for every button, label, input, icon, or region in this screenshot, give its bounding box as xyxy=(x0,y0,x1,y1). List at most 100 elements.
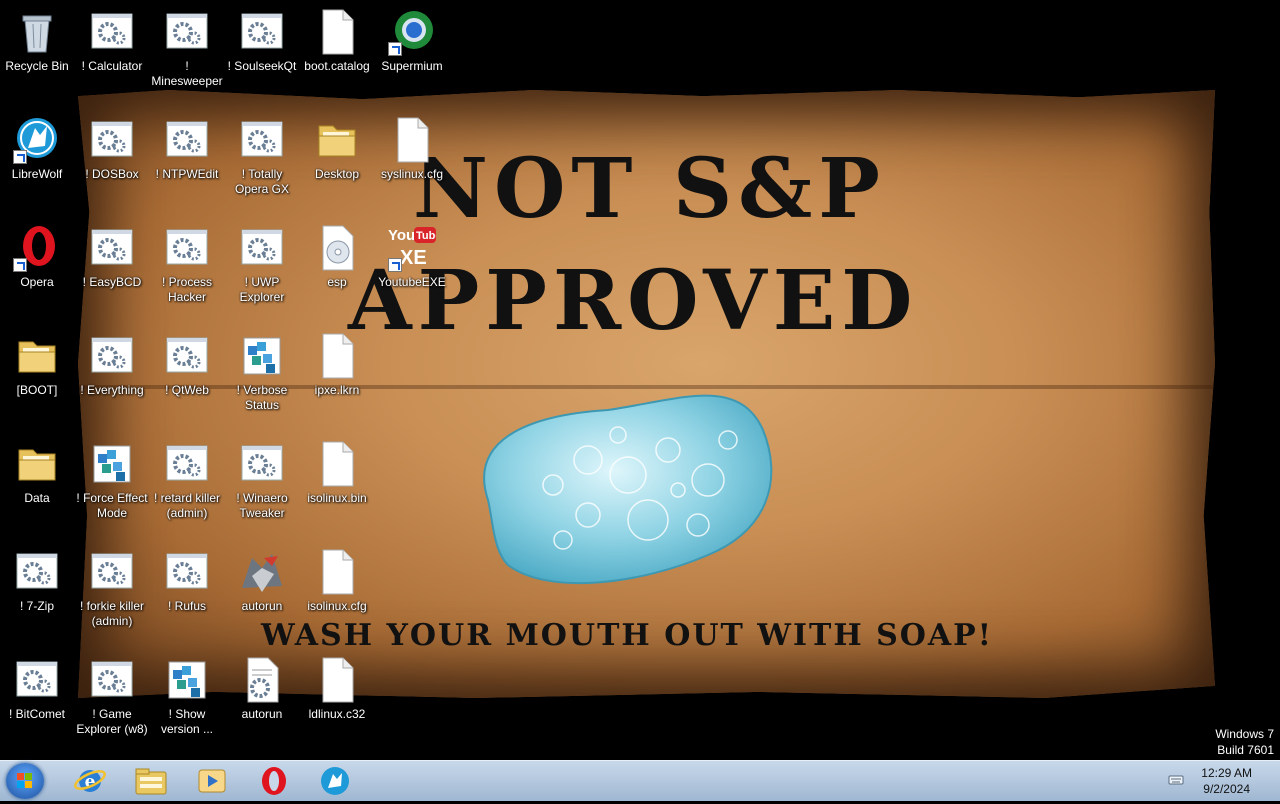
desktop-icon[interactable]: ! Rufus xyxy=(151,548,223,614)
desktop-icon[interactable]: ! DOSBox xyxy=(76,116,148,182)
desktop-icon-label: ! Totally Opera GX xyxy=(234,167,290,196)
desktop-icon[interactable]: YouTube XE YoutubeEXE xyxy=(376,224,448,290)
windows-build-watermark: Windows 7 Build 7601 xyxy=(1215,726,1274,758)
file-icon xyxy=(313,548,361,596)
desktop-icon-label: Data xyxy=(24,491,50,505)
desktop-icon[interactable]: LibreWolf xyxy=(1,116,73,182)
file-explorer-icon xyxy=(135,768,167,795)
svg-text:Tube: Tube xyxy=(416,230,436,242)
clock[interactable]: 12:29 AM 9/2/2024 xyxy=(1201,765,1252,797)
desktop-icon-label: isolinux.cfg xyxy=(307,599,367,613)
script-gear-icon xyxy=(163,440,211,488)
keyboard-icon[interactable] xyxy=(1168,773,1184,787)
watermark-build: Build 7601 xyxy=(1217,743,1274,757)
desktop-icon[interactable]: ! Verbose Status xyxy=(226,332,298,413)
desktop-icon[interactable]: Desktop xyxy=(301,116,373,182)
windows-start-icon[interactable] xyxy=(6,763,44,799)
desktop-icon[interactable]: ! retard killer (admin) xyxy=(151,440,223,521)
desktop-icon-label: ! Process Hacker xyxy=(161,275,212,304)
clock-time: 12:29 AM xyxy=(1201,766,1252,780)
script-gear-icon xyxy=(163,116,211,164)
desktop-icon[interactable]: autorun xyxy=(226,656,298,722)
desktop-icon-label: Opera xyxy=(20,275,54,289)
desktop-icon[interactable]: ! Minesweeper xyxy=(151,8,223,89)
desktop-icon[interactable]: ! Totally Opera GX xyxy=(226,116,298,197)
desktop-icon-label: esp xyxy=(327,275,347,289)
desktop-icon-label: ! Calculator xyxy=(81,59,143,73)
script-gear-icon xyxy=(88,116,136,164)
taskbar-opera[interactable] xyxy=(250,764,298,798)
taskbar-librewolf[interactable] xyxy=(311,764,359,798)
shortcut-arrow-icon xyxy=(13,258,27,272)
taskbar-internet-explorer[interactable]: e xyxy=(66,764,114,798)
supermium-icon xyxy=(388,8,436,56)
desktop-icon[interactable]: ! Winaero Tweaker xyxy=(226,440,298,521)
desktop-icon[interactable]: ! QtWeb xyxy=(151,332,223,398)
registry-icon xyxy=(163,656,211,704)
desktop-icon[interactable]: ! EasyBCD xyxy=(76,224,148,290)
desktop-icon[interactable]: autorun xyxy=(226,548,298,614)
script-gear-icon xyxy=(238,224,286,272)
desktop-icon[interactable]: syslinux.cfg xyxy=(376,116,448,182)
desktop-icon[interactable]: ! Calculator xyxy=(76,8,148,74)
desktop-icon-label: YoutubeEXE xyxy=(378,275,446,289)
desktop-icon[interactable]: ldlinux.c32 xyxy=(301,656,373,722)
script-gear-icon xyxy=(13,656,61,704)
taskbar-media-player[interactable] xyxy=(188,764,236,798)
desktop-icon-label: ldlinux.c32 xyxy=(308,707,366,721)
desktop-icon[interactable]: [BOOT] xyxy=(1,332,73,398)
desktop-icon[interactable]: Recycle Bin xyxy=(1,8,73,74)
desktop-icon[interactable]: ! Game Explorer (w8) xyxy=(76,656,148,737)
taskbar-windows-explorer[interactable] xyxy=(127,764,175,798)
script-gear-icon xyxy=(88,332,136,380)
desktop-icon[interactable]: esp xyxy=(301,224,373,290)
script-gear-icon xyxy=(163,224,211,272)
desktop-icon[interactable]: ! Process Hacker xyxy=(151,224,223,305)
script-gear-icon xyxy=(163,332,211,380)
registry-icon xyxy=(88,440,136,488)
desktop-icon[interactable]: isolinux.cfg xyxy=(301,548,373,614)
desktop-icon[interactable]: boot.catalog xyxy=(301,8,373,74)
desktop-icon-label: ! retard killer (admin) xyxy=(153,491,221,520)
desktop-icon-label: ! Minesweeper xyxy=(151,59,223,88)
windows-logo-icon xyxy=(17,773,32,788)
registry-icon xyxy=(238,332,286,380)
desktop-icon[interactable]: Opera xyxy=(1,224,73,290)
script-gear-icon xyxy=(88,548,136,596)
desktop-icon[interactable]: ipxe.lkrn xyxy=(301,332,373,398)
desktop-icon[interactable]: ! UWP Explorer xyxy=(226,224,298,305)
desktop-icon[interactable]: ! forkie killer (admin) xyxy=(76,548,148,629)
desktop-icon[interactable]: isolinux.bin xyxy=(301,440,373,506)
settings-file-icon xyxy=(238,656,286,704)
desktop-icon-label: ! DOSBox xyxy=(85,167,139,181)
desktop-icon-label: ! Game Explorer (w8) xyxy=(76,707,148,736)
desktop-icon-label: Supermium xyxy=(381,59,443,73)
svg-text:XE: XE xyxy=(400,247,427,269)
shortcut-arrow-icon xyxy=(13,150,27,164)
script-gear-icon xyxy=(88,8,136,56)
autorun-icon xyxy=(238,548,286,596)
librewolf-icon xyxy=(321,767,349,795)
desktop-icon-label: [BOOT] xyxy=(16,383,58,397)
desktop-icon[interactable]: ! BitComet xyxy=(1,656,73,722)
desktop-icon[interactable]: ! Show version ... xyxy=(151,656,223,737)
desktop-icon-label: ! 7-Zip xyxy=(19,599,54,613)
desktop-icon[interactable]: Supermium xyxy=(376,8,448,74)
desktop-icon[interactable]: ! Force Effect Mode xyxy=(76,440,148,521)
desktop-icon-label: autorun xyxy=(241,599,283,613)
desktop-icon[interactable]: ! NTPWEdit xyxy=(151,116,223,182)
opera-icon xyxy=(262,767,286,795)
desktop-icon[interactable]: ! 7-Zip xyxy=(1,548,73,614)
desktop-icon-label: Recycle Bin xyxy=(5,59,69,73)
script-gear-icon xyxy=(163,548,211,596)
desktop-icon[interactable]: Data xyxy=(1,440,73,506)
script-gear-icon xyxy=(13,548,61,596)
desktop-icon[interactable]: ! SoulseekQt xyxy=(226,8,298,74)
desktop-icon-label: ! forkie killer (admin) xyxy=(79,599,144,628)
watermark-os: Windows 7 xyxy=(1215,727,1274,741)
file-icon xyxy=(313,656,361,704)
desktop-icon-label: ! Force Effect Mode xyxy=(76,491,148,520)
desktop-icon-label: ! EasyBCD xyxy=(82,275,142,289)
desktop-icon[interactable]: ! Everything xyxy=(76,332,148,398)
desktop-icon-label: boot.catalog xyxy=(304,59,370,73)
